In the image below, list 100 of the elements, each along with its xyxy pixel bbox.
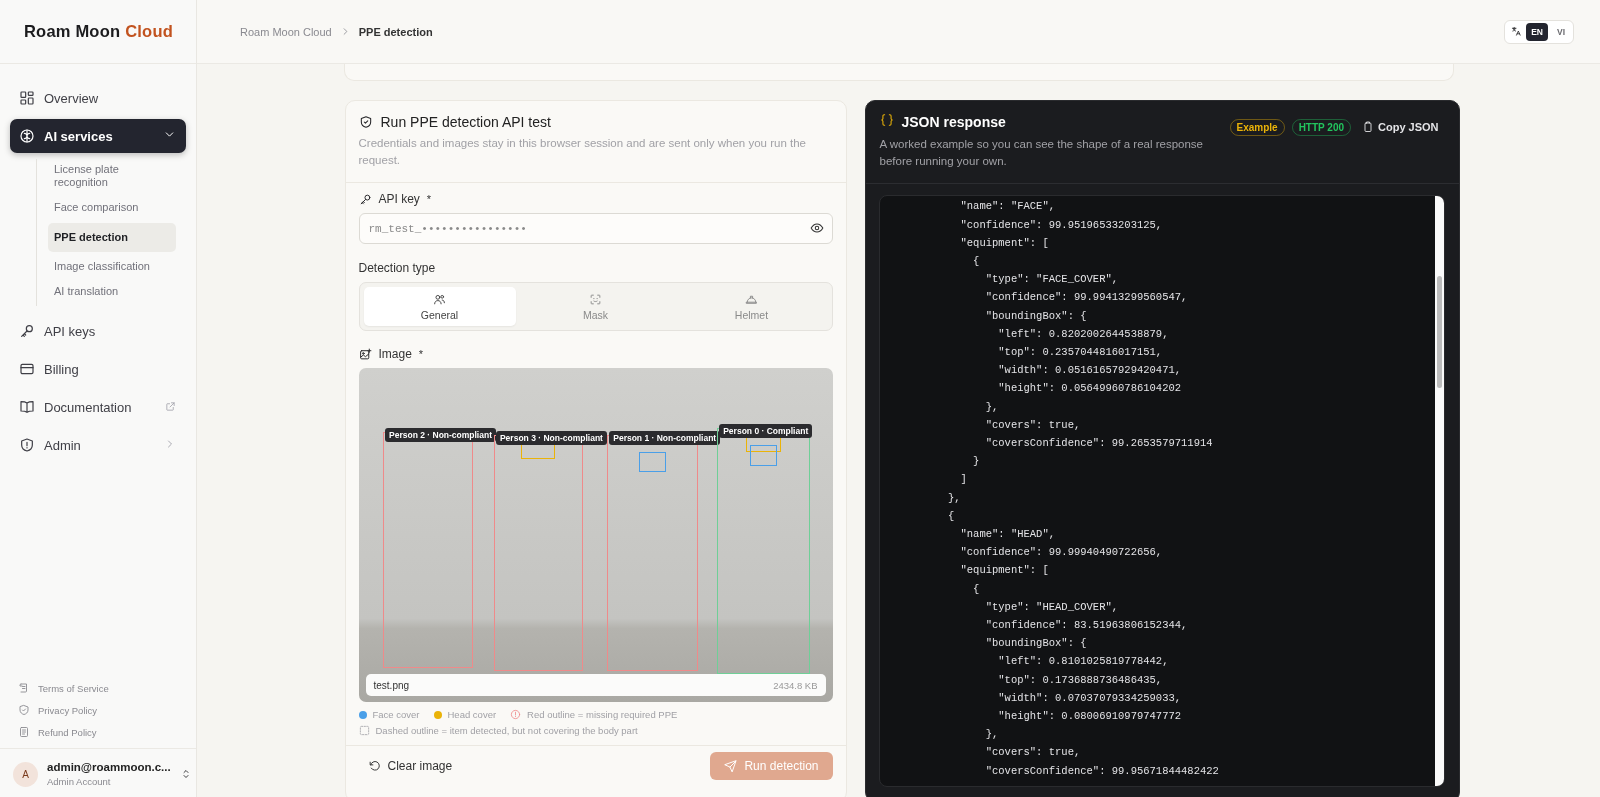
code-line: "name": "FACE", (959, 199, 1057, 215)
code-line: "equipment": [ (959, 235, 1050, 251)
shield-check-icon (358, 115, 373, 129)
key-icon (19, 323, 35, 340)
undo-icon (367, 759, 381, 773)
submenu-item[interactable]: Face comparison (48, 197, 176, 219)
code-line: "top": 0.2357044816017151, (997, 344, 1164, 360)
code-line: "boundingBox": { (984, 308, 1088, 324)
file-name: test.png (373, 679, 410, 691)
nav-item[interactable]: Admin (10, 428, 186, 463)
field-label: Image (378, 347, 412, 362)
submenu-item[interactable]: Image classification (48, 255, 176, 277)
code-line: "width": 0.05161657929420471, (997, 363, 1183, 379)
face-scan-icon (589, 293, 602, 307)
field-label: API key (378, 192, 420, 207)
user-email: admin@roammoon.c... (47, 761, 171, 773)
code-line: { (972, 581, 981, 597)
required-mark: * (418, 348, 424, 361)
legend-label: Head cover (447, 709, 497, 721)
eye-icon (809, 221, 824, 236)
panel-title: JSON response (901, 114, 1006, 130)
code-line: "covers": true, (984, 745, 1082, 761)
helmet-icon (745, 293, 758, 307)
code-line: "covers": true, (984, 417, 1082, 433)
code-line: "height": 0.05649960786104202 (997, 381, 1183, 397)
logo-text: Roam Moon (24, 22, 121, 41)
code-line: ] (959, 472, 968, 488)
nav-item[interactable]: Billing (10, 352, 186, 387)
clear-image-button[interactable]: Clear image (367, 755, 453, 778)
logo-accent-text: Cloud (125, 22, 173, 41)
code-line: "confidence": 99.99413299560547, (984, 290, 1189, 306)
nav-item[interactable]: API keys (10, 314, 186, 349)
code-line: "left": 0.8202002644538879, (997, 326, 1170, 342)
code-line: "type": "FACE_COVER", (984, 272, 1120, 288)
code-line: }, (984, 399, 1000, 415)
person-label: Person 1 · Non-compliant (609, 431, 721, 446)
document-icon (18, 726, 30, 738)
api-key-field[interactable]: rm_test_•••••••••••••••• (358, 213, 833, 245)
code-line: "confidence": 99.99940490722656, (959, 545, 1164, 561)
breadcrumb-item[interactable]: Roam Moon Cloud (240, 25, 332, 38)
code-line: "width": 0.07037079334259033, (997, 690, 1183, 706)
person-label: Person 3 · Non-compliant (495, 431, 607, 446)
detection-type-option[interactable]: General (363, 287, 516, 327)
nav-item[interactable]: Overview (10, 81, 186, 115)
code-line: }, (984, 727, 1000, 743)
code-line: "confidence": 99.95196533203125, (959, 217, 1164, 233)
grid-icon (19, 90, 35, 106)
code-line: "height": 0.08006910979747772 (997, 709, 1183, 725)
file-size: 2434.8 KB (773, 679, 818, 691)
detection-type-option[interactable]: Mask (519, 287, 672, 327)
external-link-icon (165, 400, 176, 412)
nav-item[interactable]: Documentation (10, 390, 186, 425)
code-line: "boundingBox": { (984, 636, 1088, 652)
translate-icon (1511, 26, 1523, 37)
clipboard-icon (1362, 121, 1375, 133)
detection-type-option[interactable]: Helmet (675, 287, 828, 327)
code-line: "left": 0.8101025819778442, (997, 654, 1170, 670)
scroll-icon (18, 682, 30, 694)
code-line: { (972, 253, 981, 269)
legend-label: Dashed outline = item detected, but not covering the body part (375, 725, 638, 737)
field-label: Detection type (358, 261, 436, 276)
submenu-item[interactable]: AI translation (48, 280, 176, 303)
shield-check-icon (18, 704, 30, 716)
dashed-square-icon (358, 725, 370, 737)
copy-json-button[interactable]: Copy JSON (1358, 119, 1443, 135)
person-label: Person 0 · Compliant (719, 424, 813, 439)
image-add-icon (358, 347, 372, 361)
user-role: Admin Account (47, 776, 112, 787)
code-line: "coversConfidence": 99.2653579711914 (984, 436, 1214, 451)
panel-title: Run PPE detection API test (380, 114, 551, 130)
legend-label: Red outline = missing required PPE (527, 709, 678, 721)
footer-link[interactable]: Privacy Policy (18, 704, 178, 716)
code-line: "name": "HEAD", (959, 527, 1057, 542)
code-line: "coversConfidence": 99.95671844482422 (984, 763, 1220, 779)
send-icon (724, 759, 738, 773)
footer-link[interactable]: Refund Policy (18, 726, 178, 738)
language-option[interactable]: EN (1526, 22, 1548, 41)
braces-icon (879, 113, 894, 127)
code-line: }, (946, 490, 962, 506)
required-mark: * (426, 193, 432, 206)
nav-item[interactable]: AI services (10, 119, 186, 153)
person-label: Person 2 · Non-compliant (385, 427, 496, 442)
people-icon (433, 293, 446, 307)
shield-icon (19, 437, 35, 454)
legend-label: Face cover (372, 709, 420, 721)
code-line: { (946, 508, 956, 524)
language-option[interactable]: VI (1551, 22, 1570, 41)
book-icon (19, 399, 35, 416)
code-line: } (972, 454, 981, 470)
scrollbar[interactable] (1434, 196, 1444, 787)
code-line: "top": 0.1736888736486435, (997, 672, 1164, 688)
breadcrumb-item: PPE detection (358, 25, 433, 38)
key-icon (358, 192, 372, 206)
submenu-item[interactable]: License plate recognition (48, 159, 176, 194)
alert-circle-icon (510, 709, 522, 721)
footer-link[interactable]: Terms of Service (18, 682, 178, 694)
code-line: "confidence": 83.51963806152344, (984, 618, 1189, 633)
avatar: A (13, 761, 38, 787)
code-line: "equipment": [ (959, 563, 1050, 579)
submenu-item[interactable]: PPE detection (48, 222, 176, 252)
